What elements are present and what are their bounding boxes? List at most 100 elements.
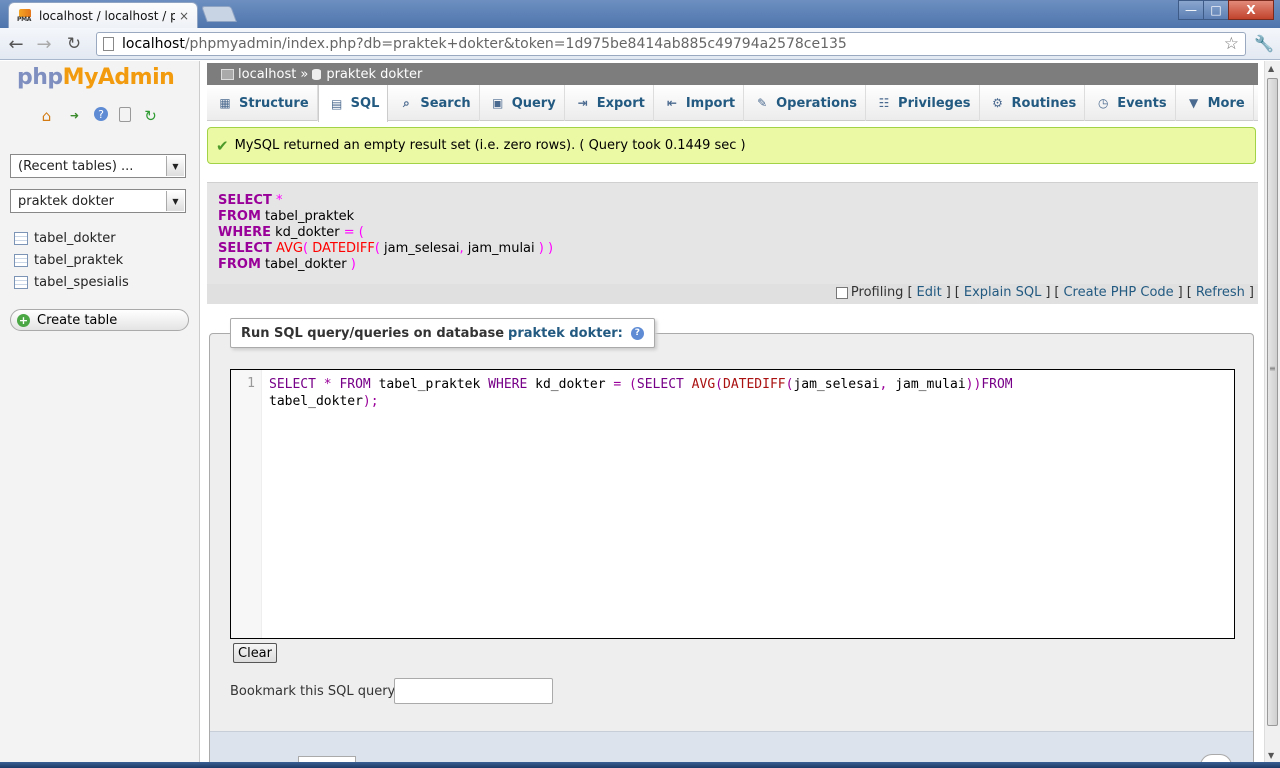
server-icon: [221, 68, 234, 80]
bracket-open: [: [1054, 285, 1060, 300]
formatted-sql: SELECT * FROM tabel_praktek WHERE kd_dok…: [218, 193, 554, 272]
formatted-sql-box: SELECT * FROM tabel_praktek WHERE kd_dok…: [207, 182, 1258, 284]
database-icon: [312, 68, 322, 80]
table-icon: [14, 231, 28, 245]
chevron-down-icon: ▼: [166, 156, 184, 176]
tab-query[interactable]: ▣ Query: [480, 85, 565, 121]
new-tab-button[interactable]: [201, 6, 237, 22]
check-icon: ✔: [216, 136, 229, 155]
url-host: localhost: [122, 36, 185, 52]
window-minimize-button[interactable]: —: [1178, 0, 1204, 20]
tab-import[interactable]: ⇤ Import: [654, 85, 745, 121]
bookmark-input[interactable]: [394, 678, 553, 704]
explain-sql-link[interactable]: Explain SQL: [964, 285, 1041, 300]
page-icon: [103, 37, 114, 51]
phpmyadmin-logo[interactable]: phpMyAdmin: [17, 65, 175, 90]
tab-more[interactable]: ▼ More: [1176, 85, 1254, 121]
tab-search[interactable]: ⌕ Search: [388, 85, 480, 121]
bracket-close: ]: [1177, 285, 1183, 300]
sql-editor[interactable]: 1 SELECT * FROM tabel_praktek WHERE kd_d…: [230, 369, 1235, 639]
bracket-open: [: [954, 285, 960, 300]
phpmyadmin-favicon-icon: PMA: [17, 8, 33, 23]
clock-icon: ◷: [1097, 96, 1109, 110]
privileges-icon: ☷: [878, 96, 890, 110]
create-table-button[interactable]: + Create table: [10, 309, 189, 331]
create-php-code-link[interactable]: Create PHP Code: [1063, 285, 1173, 300]
left-navigation: phpMyAdmin ⌂ ➜ ? ↻ (Recent tables) ... ▼…: [0, 61, 200, 768]
window-close-button[interactable]: X: [1228, 0, 1274, 20]
tab-export[interactable]: ⇥ Export: [565, 85, 654, 121]
scroll-grip-icon: ≡: [1269, 364, 1276, 373]
sql-actions: Profiling [ Edit ] [ Explain SQL ] [ Cre…: [835, 285, 1254, 300]
chevron-down-icon: ▼: [1188, 96, 1199, 110]
bracket-close: ]: [1248, 285, 1254, 300]
help-icon[interactable]: ?: [630, 326, 644, 340]
tab-routines[interactable]: ⚙ Routines: [980, 85, 1086, 121]
profiling-label: Profiling: [850, 285, 904, 300]
tab-title: localhost / localhost / prak: [39, 8, 175, 23]
sql-query-fieldset: Run SQL query/queries on database prakte…: [209, 318, 1254, 768]
back-icon[interactable]: ←: [4, 32, 28, 56]
search-icon: ⌕: [402, 95, 410, 110]
window-maximize-button[interactable]: □: [1203, 0, 1229, 20]
scroll-down-icon[interactable]: ▼: [1268, 751, 1274, 760]
bracket-close: ]: [1045, 285, 1051, 300]
table-icon: [14, 253, 28, 267]
bracket-open: [: [1186, 285, 1192, 300]
recent-tables-select[interactable]: (Recent tables) ... ▼: [10, 154, 186, 178]
tab-operations[interactable]: ✎ Operations: [744, 85, 867, 121]
sql-editor-code[interactable]: SELECT * FROM tabel_praktek WHERE kd_dok…: [269, 376, 1229, 410]
success-message: ✔ MySQL returned an empty result set (i.…: [207, 127, 1256, 164]
routines-icon: ⚙: [992, 96, 1003, 110]
export-icon: ⇥: [577, 96, 588, 110]
reload-icon[interactable]: ↻: [62, 32, 86, 56]
query-icon: ▣: [492, 96, 504, 110]
tab-events[interactable]: ◷ Events: [1085, 85, 1176, 121]
forward-icon[interactable]: →: [32, 32, 56, 56]
scrollbar-thumb[interactable]: [1267, 78, 1278, 726]
edit-link[interactable]: Edit: [917, 285, 942, 300]
scroll-up-icon[interactable]: ▲: [1268, 64, 1274, 73]
documentation-icon[interactable]: [119, 107, 131, 122]
clear-button[interactable]: Clear: [233, 643, 277, 663]
chevron-down-icon: ▼: [166, 191, 184, 211]
url-path: /phpmyadmin/index.php?db=praktek+dokter&…: [184, 36, 847, 52]
tab-sql[interactable]: ▤ SQL: [317, 85, 389, 122]
refresh-link[interactable]: Refresh: [1196, 285, 1245, 300]
tab-structure[interactable]: ▦ Structure: [207, 85, 318, 121]
legend-database-link[interactable]: praktek dokter:: [508, 326, 623, 341]
main-tabs: ▦ Structure ▤ SQL ⌕ Search ▣ Query ⇥ Export ⇤…: [207, 85, 1258, 122]
table-item-tabel-dokter[interactable]: tabel_dokter: [14, 227, 129, 249]
bookmark-star-icon[interactable]: ☆: [1224, 34, 1239, 54]
structure-icon: ▦: [219, 96, 231, 110]
breadcrumb-server[interactable]: localhost: [238, 67, 296, 82]
table-icon: [14, 275, 28, 289]
plus-icon: +: [17, 313, 30, 327]
success-message-text: MySQL returned an empty result set (i.e.…: [234, 138, 746, 153]
profiling-checkbox[interactable]: [835, 286, 848, 299]
vertical-scrollbar[interactable]: ▲ ≡ ▼: [1264, 61, 1280, 768]
main-panel: localhost » praktek dokter ▦ Structure ▤ S…: [201, 61, 1264, 768]
address-bar[interactable]: localhost/phpmyadmin/index.php?db=prakte…: [96, 32, 1246, 56]
bookmark-label: Bookmark this SQL query:: [230, 684, 399, 699]
tab-privileges[interactable]: ☷ Privileges: [866, 85, 980, 121]
database-select[interactable]: praktek dokter ▼: [10, 189, 186, 213]
browser-toolbar: ← → ↻ localhost/phpmyadmin/index.php?db=…: [0, 28, 1280, 60]
import-icon: ⇤: [666, 96, 677, 110]
browser-tab[interactable]: PMA localhost / localhost / prak ×: [8, 2, 198, 28]
sql-query-legend: Run SQL query/queries on database prakte…: [230, 318, 655, 348]
browser-titlebar: PMA localhost / localhost / prak × — □ X: [0, 0, 1280, 28]
breadcrumb-separator: »: [300, 66, 309, 82]
table-item-tabel-praktek[interactable]: tabel_praktek: [14, 249, 129, 271]
logout-icon[interactable]: ➜: [66, 107, 83, 124]
reload-navigation-icon[interactable]: ↻: [142, 107, 159, 125]
table-item-tabel-spesialis[interactable]: tabel_spesialis: [14, 271, 129, 293]
tab-close-icon[interactable]: ×: [179, 9, 189, 23]
home-icon[interactable]: ⌂: [38, 107, 55, 125]
wrench-menu-icon[interactable]: 🔧: [1254, 34, 1274, 53]
bracket-open: [: [907, 285, 913, 300]
breadcrumb-database[interactable]: praktek dokter: [326, 67, 422, 82]
table-list: tabel_dokter tabel_praktek tabel_spesial…: [14, 227, 129, 293]
breadcrumb: localhost » praktek dokter: [207, 63, 1258, 85]
help-icon[interactable]: ?: [94, 107, 108, 121]
